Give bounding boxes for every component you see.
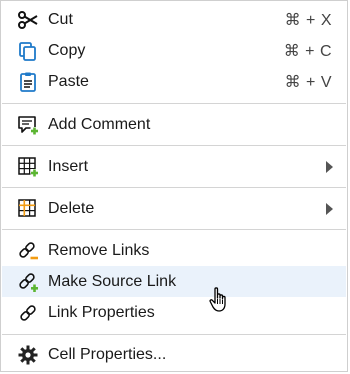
submenu-arrow-icon	[326, 202, 333, 215]
menu-separator	[2, 145, 346, 146]
shortcut-label: ⌘ + V	[284, 73, 332, 91]
menu-item-copy[interactable]: Copy ⌘ + C	[2, 35, 346, 66]
copy-icon	[17, 40, 39, 62]
menu-item-add-comment[interactable]: Add Comment	[2, 109, 346, 140]
add-comment-icon	[17, 114, 39, 136]
menu-item-label: Insert	[48, 157, 89, 175]
link-add-icon	[17, 271, 39, 293]
menu-separator	[2, 334, 346, 335]
context-menu: Cut ⌘ + X Copy ⌘ + C Paste ⌘ + V Add Com…	[0, 0, 348, 372]
shortcut-label: ⌘ + X	[284, 11, 332, 29]
menu-item-paste[interactable]: Paste ⌘ + V	[2, 66, 346, 97]
menu-item-cut[interactable]: Cut ⌘ + X	[2, 4, 346, 35]
gear-icon	[17, 344, 39, 366]
menu-item-remove-links[interactable]: Remove Links	[2, 235, 346, 266]
menu-item-link-properties[interactable]: Link Properties	[2, 297, 346, 328]
menu-item-label: Copy	[48, 41, 86, 59]
submenu-arrow-icon	[326, 160, 333, 173]
menu-item-label: Cut	[48, 10, 73, 28]
shortcut-label: ⌘ + C	[283, 42, 332, 60]
hand-pointer-cursor-icon	[208, 286, 232, 314]
menu-item-cell-properties[interactable]: Cell Properties...	[2, 339, 346, 370]
menu-item-label: Make Source Link	[48, 272, 177, 290]
clipboard-icon	[17, 71, 39, 93]
grid-delete-icon	[17, 198, 39, 220]
menu-item-label: Remove Links	[48, 241, 150, 259]
scissors-icon	[17, 9, 39, 31]
menu-item-label: Link Properties	[48, 303, 155, 321]
menu-item-label: Delete	[48, 199, 95, 217]
menu-separator	[2, 103, 346, 104]
menu-item-delete[interactable]: Delete	[2, 193, 346, 224]
link-icon	[17, 302, 39, 324]
menu-item-label: Paste	[48, 72, 89, 90]
link-remove-icon	[17, 240, 39, 262]
menu-separator	[2, 187, 346, 188]
grid-insert-icon	[17, 156, 39, 178]
menu-separator	[2, 229, 346, 230]
menu-item-label: Cell Properties...	[48, 345, 167, 363]
menu-item-label: Add Comment	[48, 115, 151, 133]
menu-item-make-source-link[interactable]: Make Source Link	[2, 266, 346, 297]
menu-item-insert[interactable]: Insert	[2, 151, 346, 182]
